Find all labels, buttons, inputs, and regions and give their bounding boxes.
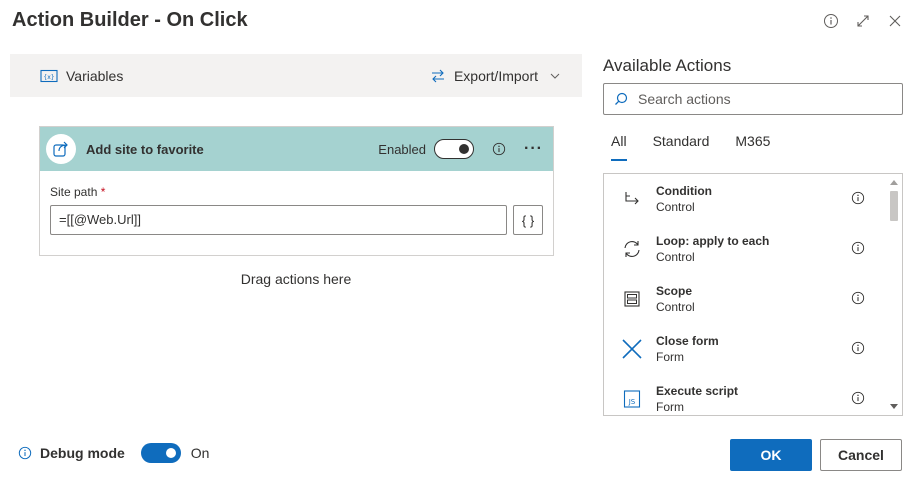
site-path-label-text: Site path — [50, 185, 98, 199]
debug-mode-toggle[interactable] — [140, 443, 181, 463]
action-card[interactable]: Add site to favorite Enabled ··· Site pa… — [39, 126, 554, 256]
expression-button[interactable]: { } — [513, 205, 543, 235]
action-name: Execute script — [656, 384, 739, 398]
info-icon[interactable] — [851, 241, 865, 255]
list-item[interactable]: Loop: apply to each Control — [604, 224, 902, 274]
share-icon — [46, 134, 76, 164]
loop-icon — [620, 237, 644, 261]
actions-list: Condition Control Loop: apply to each Co… — [603, 173, 903, 416]
tab-all[interactable]: All — [611, 133, 627, 161]
export-import-label: Export/Import — [453, 67, 538, 84]
debug-mode-state: On — [190, 445, 210, 461]
scroll-thumb[interactable] — [890, 191, 898, 221]
action-card-body: Site path * =[[@Web.Url]] { } — [40, 171, 553, 235]
action-category: Control — [656, 250, 695, 264]
action-name: Close form — [656, 334, 719, 348]
variables-label: Variables — [66, 67, 124, 84]
info-icon[interactable] — [851, 191, 865, 205]
scroll-up-arrow[interactable] — [890, 180, 898, 185]
header-actions — [822, 12, 904, 30]
search-input[interactable] — [638, 91, 878, 107]
list-item[interactable]: Close form Form — [604, 324, 902, 374]
list-item-text: Close form Form — [656, 334, 902, 364]
action-category: Form — [656, 400, 684, 414]
scope-icon — [620, 287, 644, 311]
chevron-down-icon — [550, 73, 560, 79]
site-path-row: =[[@Web.Url]] { } — [50, 205, 543, 235]
close-icon[interactable] — [886, 12, 904, 30]
actions-scrollbar[interactable] — [886, 174, 902, 415]
info-icon[interactable] — [851, 291, 865, 305]
ok-button[interactable]: OK — [730, 439, 812, 471]
expand-icon[interactable] — [854, 12, 872, 30]
variables-button[interactable]: {x} Variables — [40, 68, 123, 84]
debug-mode-label: Debug mode — [40, 445, 125, 461]
action-name: Condition — [656, 184, 712, 198]
close-form-icon — [620, 337, 644, 361]
list-item[interactable]: Scope Control — [604, 274, 902, 324]
list-item-text: Scope Control — [656, 284, 902, 314]
search-box[interactable] — [603, 83, 903, 115]
condition-icon — [620, 187, 644, 211]
category-tabs: All Standard M365 — [611, 133, 770, 161]
tab-m365[interactable]: M365 — [735, 133, 770, 161]
list-item[interactable]: JS Execute script Form — [604, 374, 902, 415]
variables-icon: {x} — [40, 69, 58, 83]
dialog-title: Action Builder - On Click — [12, 9, 248, 31]
available-actions-title: Available Actions — [603, 56, 732, 75]
info-icon[interactable] — [851, 391, 865, 405]
script-icon: JS — [620, 387, 644, 411]
enabled-toggle[interactable] — [434, 139, 475, 159]
action-category: Control — [656, 300, 695, 314]
info-icon[interactable] — [18, 446, 32, 460]
swap-arrows-icon — [430, 69, 446, 83]
action-card-header: Add site to favorite Enabled ··· — [40, 127, 553, 171]
action-category: Control — [656, 200, 695, 214]
action-card-title: Add site to favorite — [86, 141, 204, 157]
svg-text:JS: JS — [628, 398, 636, 406]
svg-text:{x}: {x} — [43, 74, 54, 81]
action-name: Loop: apply to each — [656, 234, 770, 248]
canvas-toolbar: {x} Variables Export/Import — [10, 54, 582, 97]
scroll-down-arrow[interactable] — [890, 404, 898, 409]
action-name: Scope — [656, 284, 693, 298]
action-category: Form — [656, 350, 684, 364]
export-import-button[interactable]: Export/Import — [430, 68, 560, 84]
debug-mode: Debug mode On — [18, 443, 209, 463]
list-item-text: Condition Control — [656, 184, 902, 214]
enabled-label: Enabled — [378, 141, 427, 157]
site-path-label: Site path * — [50, 185, 543, 199]
more-options-button[interactable]: ··· — [524, 140, 543, 158]
tab-standard[interactable]: Standard — [653, 133, 710, 161]
list-item-text: Loop: apply to each Control — [656, 234, 902, 264]
required-mark: * — [100, 185, 106, 199]
info-icon[interactable] — [822, 12, 840, 30]
list-item-text: Execute script Form — [656, 384, 902, 414]
drop-zone-hint[interactable]: Drag actions here — [10, 271, 582, 287]
cancel-button[interactable]: Cancel — [820, 439, 902, 471]
info-icon[interactable] — [851, 341, 865, 355]
list-item[interactable]: Condition Control — [604, 174, 902, 224]
info-icon[interactable] — [492, 142, 506, 156]
site-path-input[interactable]: =[[@Web.Url]] — [50, 205, 508, 235]
search-icon — [614, 92, 628, 106]
